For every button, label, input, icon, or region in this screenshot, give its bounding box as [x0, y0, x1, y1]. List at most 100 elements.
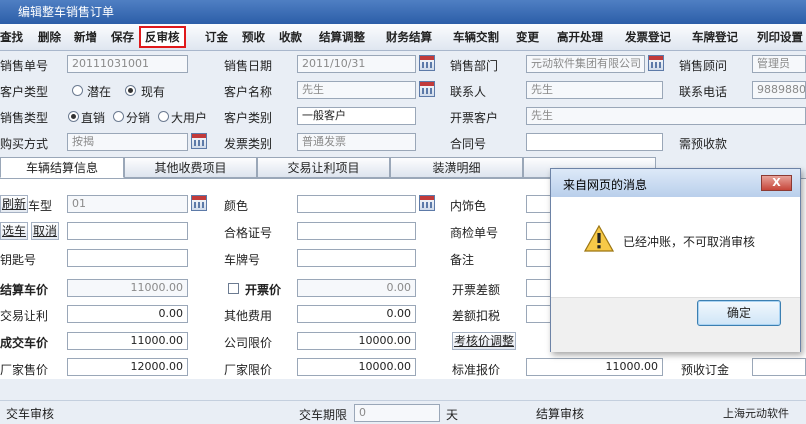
plate-field[interactable] — [297, 249, 416, 267]
deal-price-label: 成交车价 — [0, 336, 49, 350]
toolbar-settle-adjust-button[interactable]: 结算调整 — [319, 28, 365, 46]
radio-existing[interactable] — [125, 85, 136, 96]
discount-field[interactable]: 0.00 — [67, 305, 188, 323]
delivery-term-label: 交车期限 — [299, 408, 348, 422]
order-no-field[interactable]: 20111031001 — [67, 55, 188, 73]
select-car-field[interactable] — [67, 222, 188, 240]
deal-price-field[interactable]: 11000.00 — [67, 332, 188, 350]
calendar-icon[interactable] — [419, 81, 435, 97]
calendar-icon[interactable] — [419, 55, 435, 71]
other-fee-label: 其他费用 — [224, 309, 273, 323]
radio-large-user[interactable] — [158, 111, 169, 122]
cust-type-label: 客户类型 — [0, 85, 49, 99]
delivery-term-field[interactable]: 0 — [354, 404, 440, 422]
tax-label: 差额扣税 — [452, 309, 501, 323]
contract-field[interactable] — [526, 133, 663, 151]
message-dialog: 来自网页的消息 X 已经冲账，不可取消审核 确定 — [550, 168, 801, 352]
phone-field[interactable]: 98898800 — [752, 81, 806, 99]
radio-potential-label: 潜在 — [87, 85, 112, 99]
dialog-message: 已经冲账，不可取消审核 — [623, 235, 756, 249]
calendar-icon[interactable] — [191, 133, 207, 149]
toolbar-search-button[interactable]: 查找 — [0, 28, 23, 46]
settle-price-label: 结算车价 — [0, 283, 49, 297]
plate-label: 车牌号 — [224, 253, 261, 267]
color-field[interactable] — [297, 195, 416, 213]
radio-direct[interactable] — [68, 111, 79, 122]
dialog-titlebar[interactable]: 来自网页的消息 X — [551, 169, 800, 197]
remark-label: 备注 — [450, 253, 475, 267]
toolbar: 查找 删除 新增 保存 反审核 订金 预收 收款 结算调整 财务结算 车辆交割 … — [0, 24, 806, 51]
company-name: 上海元动软件 — [723, 407, 789, 420]
settle-audit-label: 结算审核 — [536, 407, 585, 421]
toolbar-finance-settle-button[interactable]: 财务结算 — [386, 28, 432, 46]
toolbar-invoice-reg-button[interactable]: 发票登记 — [625, 28, 671, 46]
invoice-price-checkbox[interactable] — [228, 283, 239, 294]
invoice-cust-field[interactable]: 先生 — [526, 107, 806, 125]
toolbar-save-button[interactable]: 保存 — [111, 28, 134, 46]
invoice-price-field[interactable]: 0.00 — [297, 279, 416, 297]
invoice-type-field[interactable]: 普通发票 — [297, 133, 416, 151]
toolbar-unaudit-button[interactable]: 反审核 — [139, 26, 186, 48]
calendar-icon[interactable] — [648, 55, 664, 71]
std-price-label: 标准报价 — [452, 363, 501, 377]
invoice-price-label: 开票价 — [245, 283, 282, 297]
select-car-button[interactable]: 选车 — [0, 222, 29, 240]
key-field[interactable] — [67, 249, 188, 267]
toolbar-deposit-button[interactable]: 订金 — [205, 28, 228, 46]
toolbar-prepay-button[interactable]: 预收 — [242, 28, 265, 46]
radio-distribution[interactable] — [113, 111, 124, 122]
model-field[interactable]: 01 — [67, 195, 188, 213]
cust-name-field[interactable]: 先生 — [297, 81, 416, 99]
cancel-select-button[interactable]: 取消 — [31, 222, 60, 240]
company-limit-field[interactable]: 10000.00 — [297, 332, 416, 350]
radio-potential[interactable] — [72, 85, 83, 96]
factory-limit-field[interactable]: 10000.00 — [297, 358, 416, 376]
std-price-field[interactable]: 11000.00 — [526, 358, 663, 376]
cust-cat-field[interactable]: 一般客户 — [297, 107, 416, 125]
factory-price-label: 厂家售价 — [0, 363, 49, 377]
cert-label: 合格证号 — [224, 226, 273, 240]
window-title: 编辑整车销售订单 — [18, 5, 115, 19]
dept-field[interactable]: 元动软件集团有限公司 — [526, 55, 645, 73]
toolbar-new-button[interactable]: 新增 — [74, 28, 97, 46]
invoice-cust-label: 开票客户 — [450, 111, 499, 125]
tab-decoration[interactable]: 装潢明细 — [390, 157, 523, 178]
calendar-icon[interactable] — [419, 195, 435, 211]
toolbar-plate-reg-button[interactable]: 车牌登记 — [692, 28, 738, 46]
settle-price-field[interactable]: 11000.00 — [67, 279, 188, 297]
need-prepay-label: 需预收款 — [679, 137, 728, 151]
calendar-icon[interactable] — [191, 195, 207, 211]
advisor-field[interactable]: 管理员 — [752, 55, 806, 73]
factory-price-field[interactable]: 12000.00 — [67, 358, 188, 376]
order-no-label: 销售单号 — [0, 59, 49, 73]
advisor-label: 销售顾问 — [679, 59, 728, 73]
assess-adjust-button[interactable]: 考核价调整 — [452, 332, 517, 350]
cust-cat-label: 客户类别 — [224, 111, 273, 125]
toolbar-delete-button[interactable]: 删除 — [38, 28, 61, 46]
toolbar-receipt-button[interactable]: 收款 — [279, 28, 302, 46]
toolbar-change-button[interactable]: 变更 — [516, 28, 539, 46]
toolbar-print-settings-button[interactable]: 列印设置 — [757, 28, 803, 46]
tab-vehicle-settlement[interactable]: 车辆结算信息 — [0, 157, 124, 178]
toolbar-high-invoice-button[interactable]: 高开处理 — [557, 28, 603, 46]
dialog-ok-button[interactable]: 确定 — [697, 300, 781, 326]
dept-label: 销售部门 — [450, 59, 499, 73]
tab-trade-discount[interactable]: 交易让利项目 — [257, 157, 390, 178]
company-limit-label: 公司限价 — [224, 336, 273, 350]
cust-name-label: 客户名称 — [224, 85, 273, 99]
dialog-close-button[interactable]: X — [761, 175, 792, 191]
prepay-deposit-field[interactable] — [752, 358, 806, 376]
sale-date-label: 销售日期 — [224, 59, 273, 73]
other-fee-field[interactable]: 0.00 — [297, 305, 416, 323]
sale-date-field[interactable]: 2011/10/31 — [297, 55, 416, 73]
dialog-body: 已经冲账，不可取消审核 — [551, 197, 800, 297]
factory-limit-label: 厂家限价 — [224, 363, 273, 377]
warning-icon — [584, 225, 614, 252]
toolbar-delivery-button[interactable]: 车辆交割 — [453, 28, 499, 46]
buy-method-field[interactable]: 按揭 — [67, 133, 188, 151]
tab-other-fees[interactable]: 其他收费项目 — [124, 157, 257, 178]
contact-field[interactable]: 先生 — [526, 81, 663, 99]
radio-direct-label: 直销 — [81, 111, 106, 125]
cert-field[interactable] — [297, 222, 416, 240]
refresh-button[interactable]: 刷新 — [0, 195, 29, 213]
